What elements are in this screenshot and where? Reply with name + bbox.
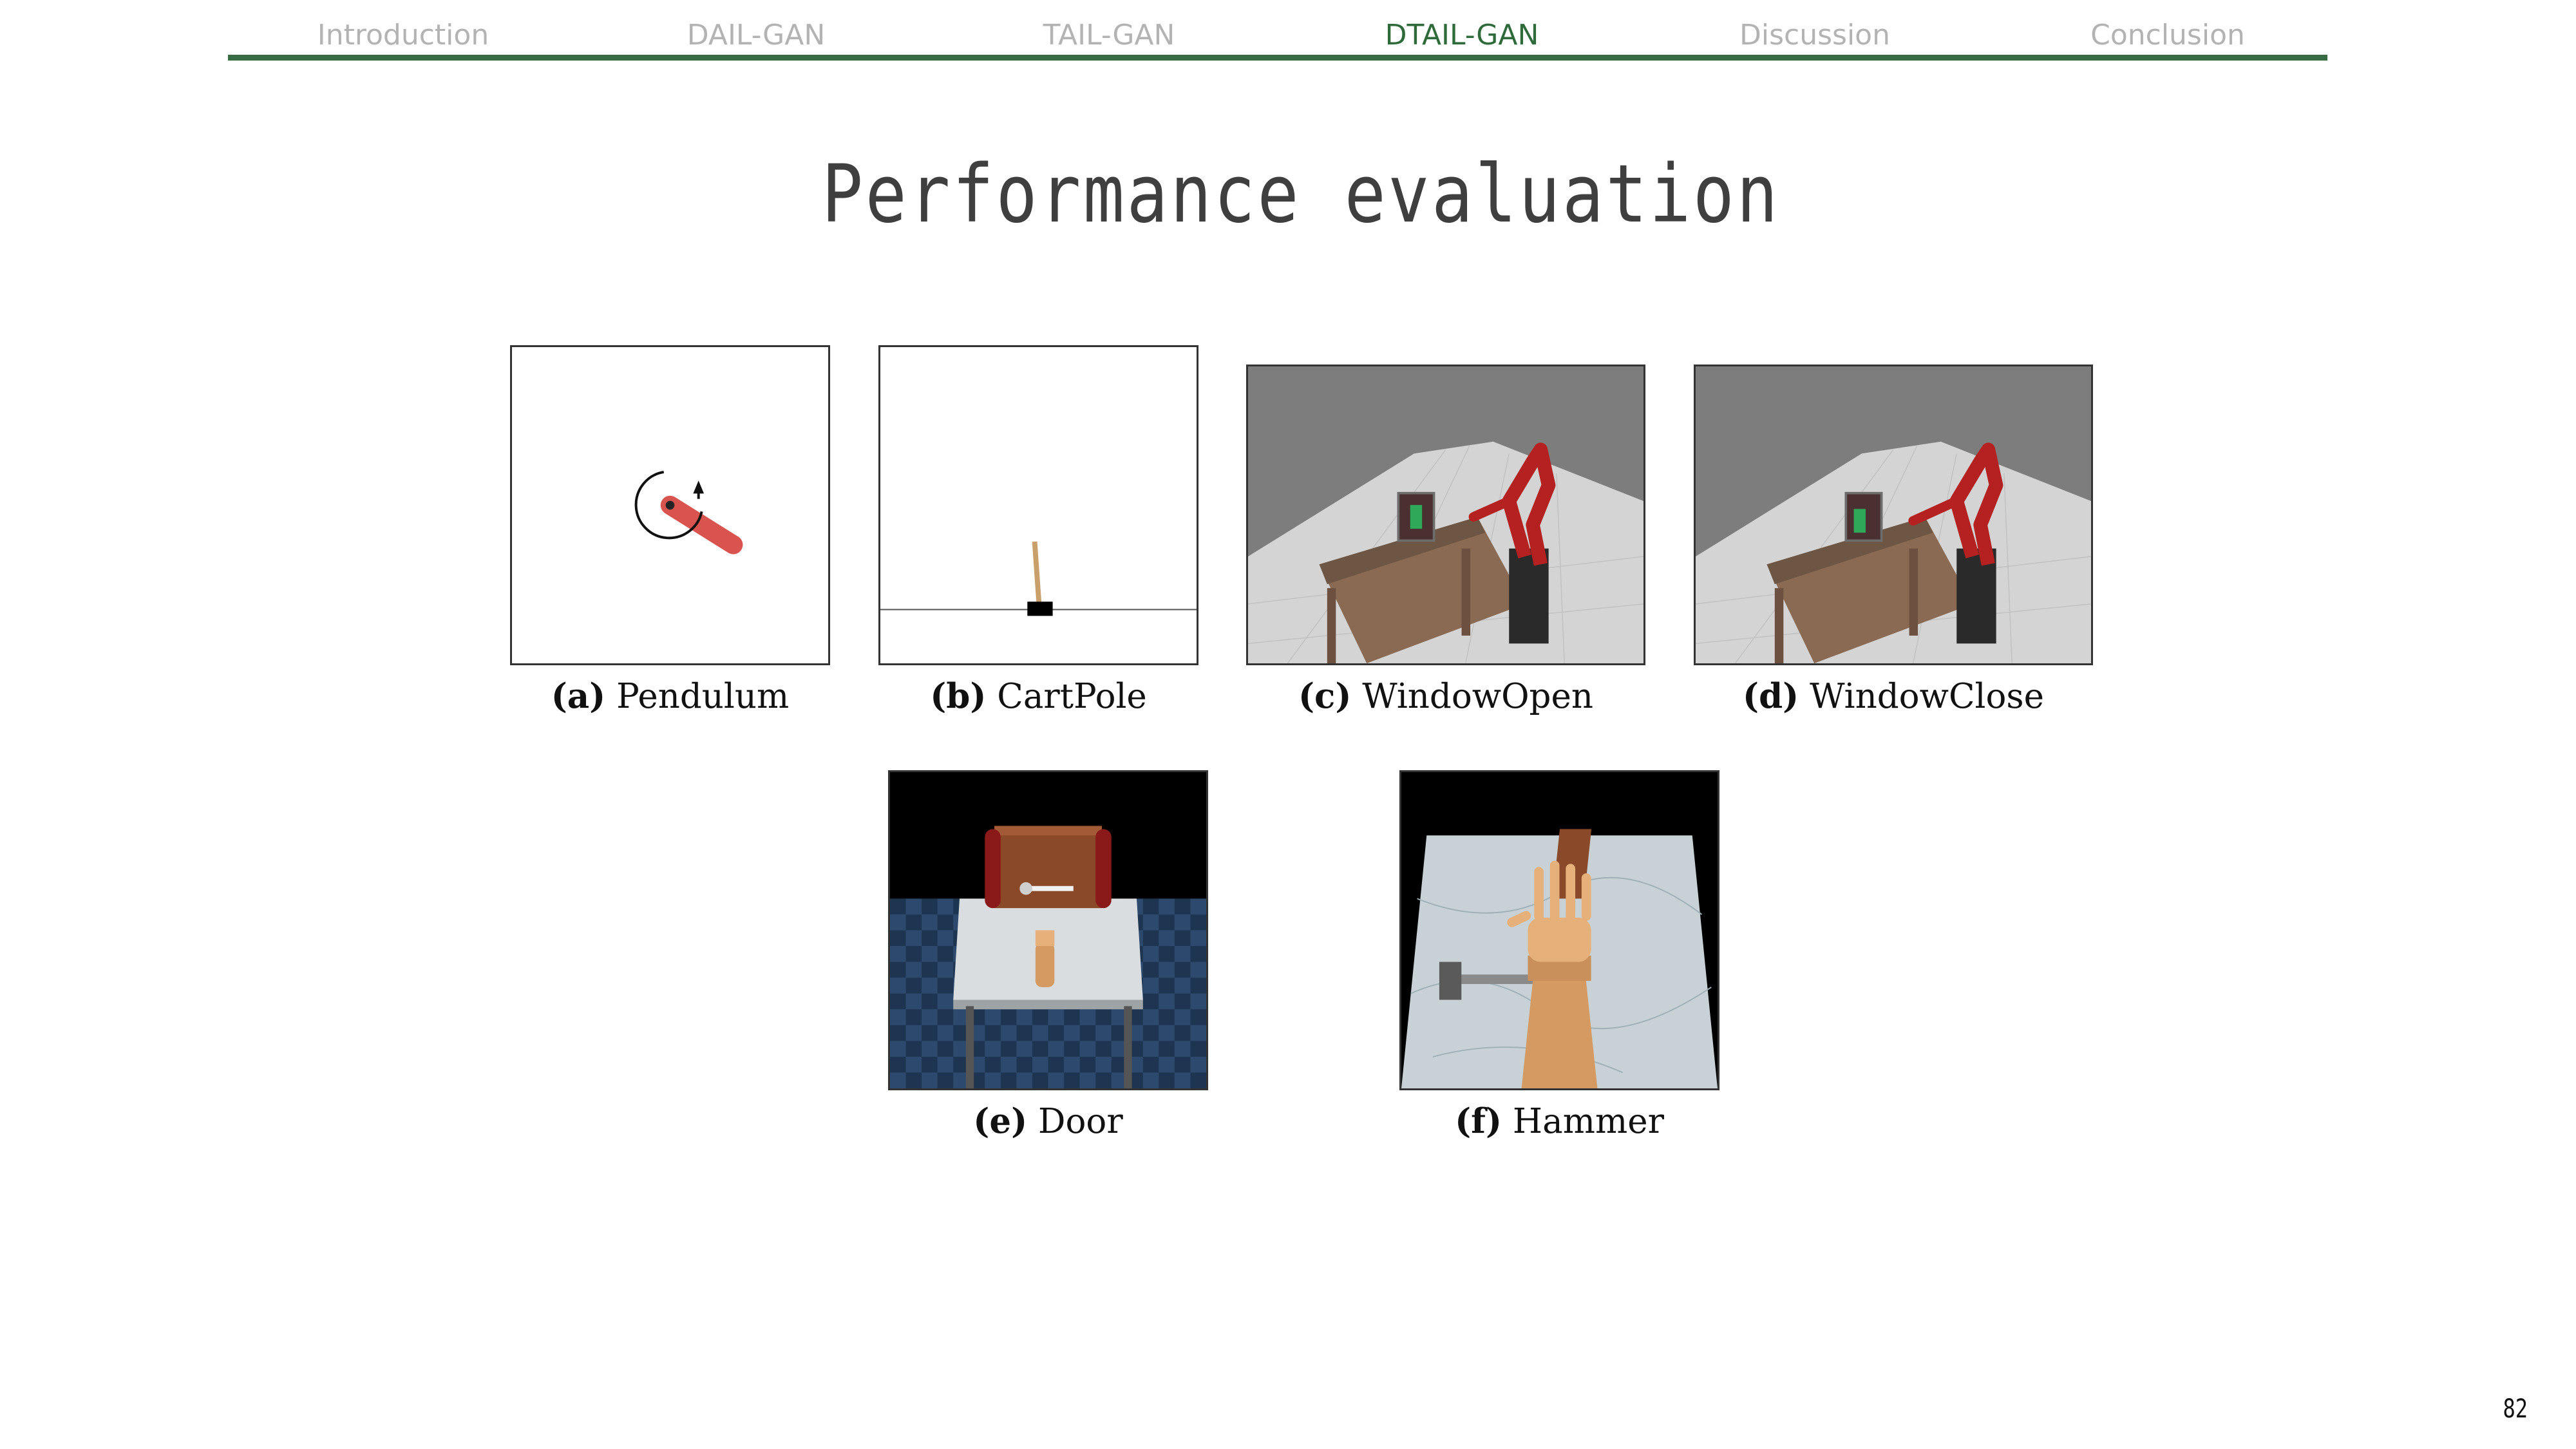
nav-item-dail-gan[interactable]: DAIL-GAN: [601, 13, 911, 58]
cartpole-render: [878, 345, 1198, 665]
caption-windowclose: (d) WindowClose: [1743, 676, 2044, 716]
pendulum-render: [510, 345, 830, 665]
nav-divider: [228, 55, 2327, 61]
nav-item-discussion[interactable]: Discussion: [1660, 13, 1969, 58]
robot-arm-window-render: [1246, 365, 1645, 665]
robot-hand-door-render: [888, 770, 1208, 1090]
caption-cartpole: (b) CartPole: [930, 676, 1147, 716]
caption-windowopen: (c) WindowOpen: [1298, 676, 1593, 716]
caption-door: (e) Door: [973, 1101, 1123, 1141]
nav-item-tail-gan[interactable]: TAIL-GAN: [954, 13, 1264, 58]
robot-arm-window-render: [1694, 365, 2093, 665]
nav-item-introduction[interactable]: Introduction: [249, 13, 558, 58]
slide: Introduction DAIL-GAN TAIL-GAN DTAIL-GAN…: [0, 0, 2576, 1449]
robot-hand-hammer-render: [1399, 770, 1719, 1090]
page-number: 82: [2503, 1394, 2528, 1424]
page-title: Performance evaluation: [821, 148, 1781, 241]
caption-hammer: (f) Hammer: [1455, 1101, 1664, 1141]
nav-item-dtail-gan[interactable]: DTAIL-GAN: [1307, 13, 1616, 58]
nav-item-conclusion[interactable]: Conclusion: [2013, 13, 2322, 58]
caption-pendulum: (a) Pendulum: [551, 676, 790, 716]
